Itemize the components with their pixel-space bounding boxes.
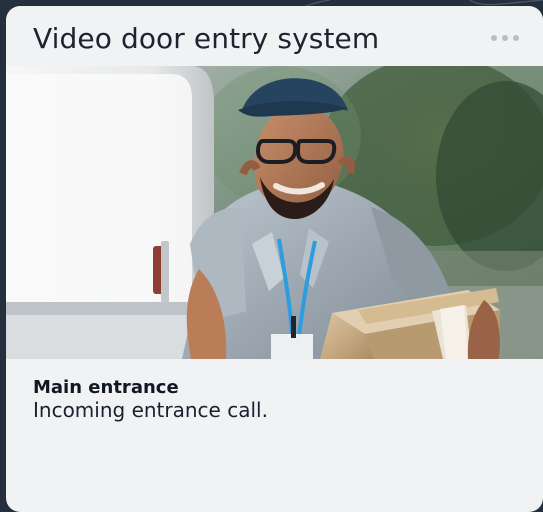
call-info: Main entrance Incoming entrance call. xyxy=(33,377,513,422)
door-camera-video[interactable] xyxy=(6,66,543,359)
card-title: Video door entry system xyxy=(33,22,380,55)
call-status-message: Incoming entrance call. xyxy=(33,398,268,422)
more-options-button[interactable] xyxy=(485,28,525,48)
more-dot-icon xyxy=(502,35,508,41)
more-dot-icon xyxy=(491,35,497,41)
video-door-entry-card: Video door entry system Main entrance In… xyxy=(6,6,543,512)
entrance-name: Main entrance xyxy=(33,377,179,398)
more-dot-icon xyxy=(513,35,519,41)
card-header: Video door entry system xyxy=(6,6,543,66)
camera-feed-image xyxy=(6,66,543,359)
